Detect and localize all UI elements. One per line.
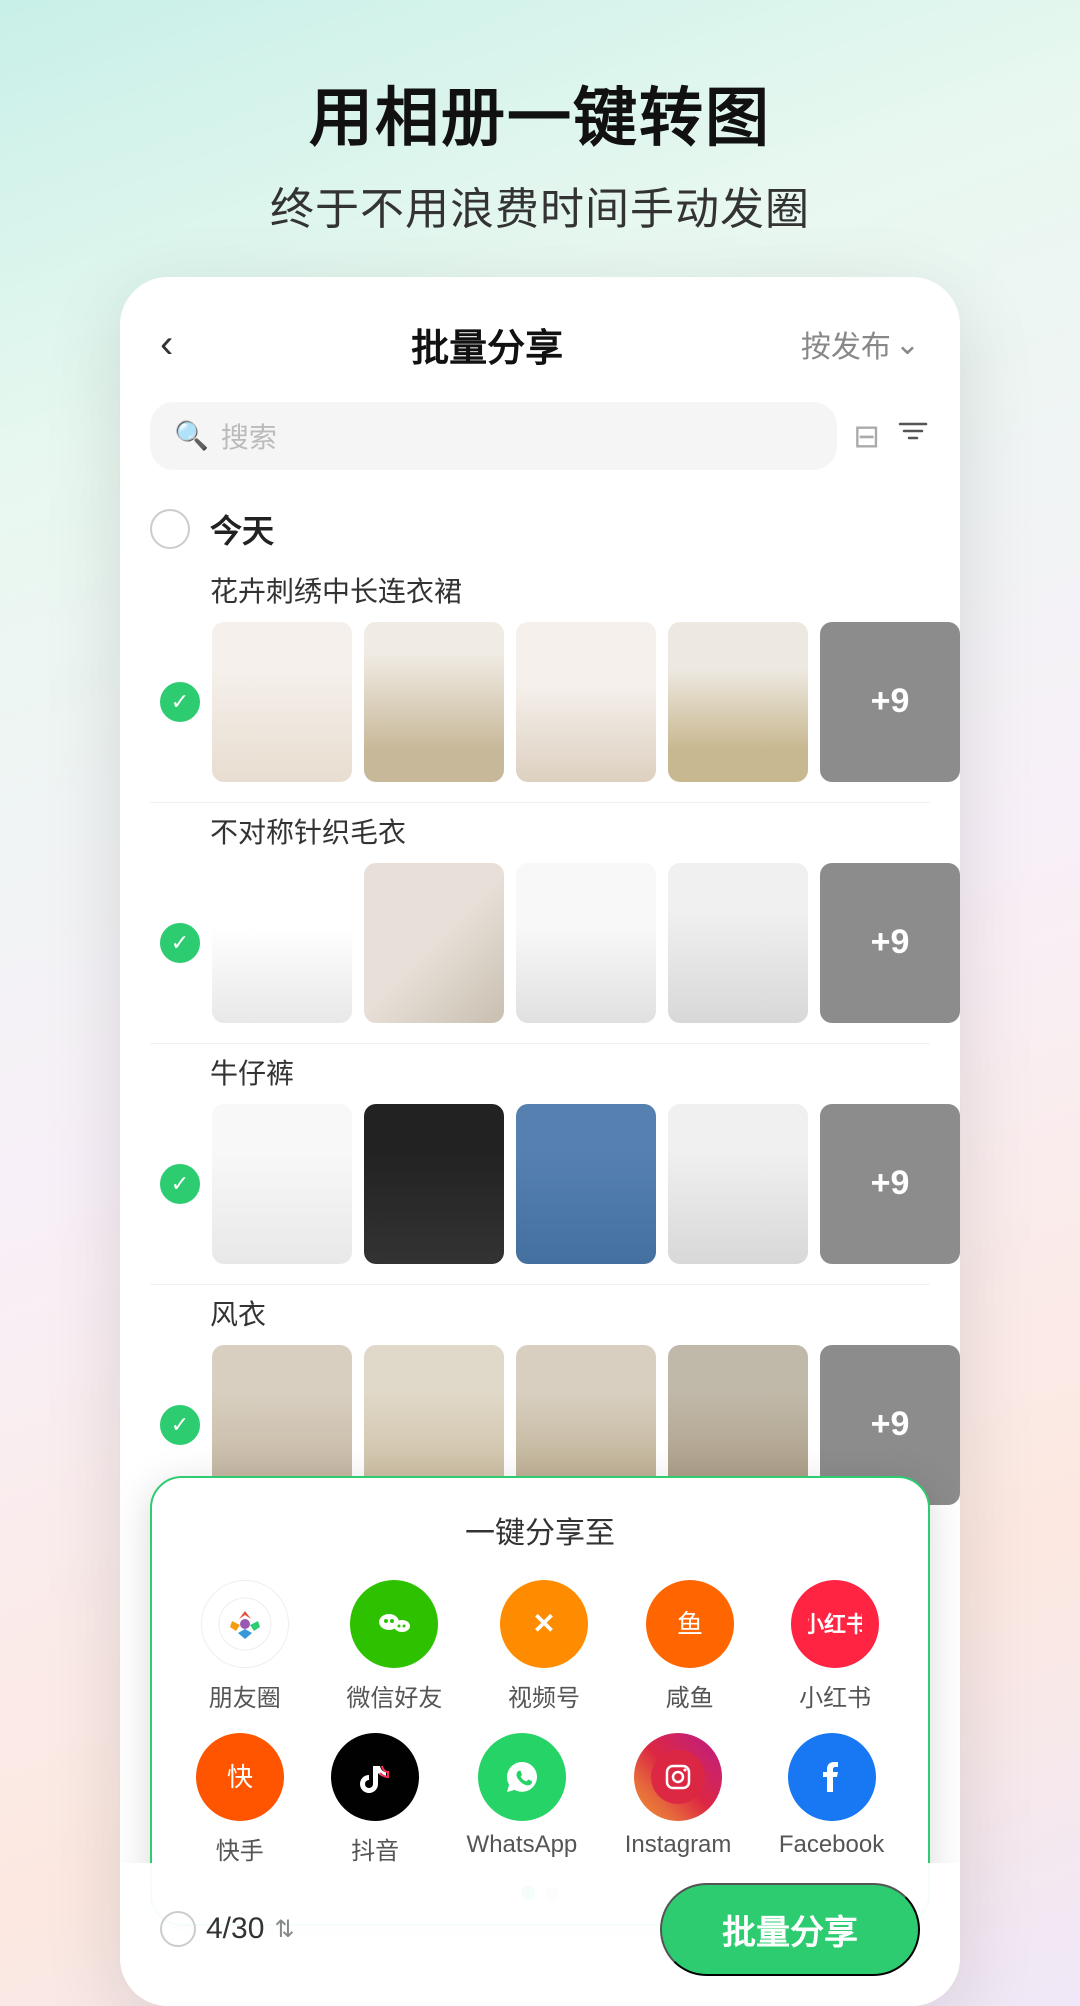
more-count: +9 xyxy=(871,923,910,962)
chevron-up-down-icon: ⇅ xyxy=(274,1915,294,1944)
album-checkbox-jeans[interactable]: ✓ xyxy=(160,1164,200,1204)
instagram-icon xyxy=(634,1733,722,1821)
share-item-wechat[interactable]: 微信好友 xyxy=(346,1580,442,1713)
more-count: +9 xyxy=(871,1405,910,1444)
share-item-instagram[interactable]: Instagram xyxy=(625,1733,732,1866)
thumb xyxy=(364,622,504,782)
layout-icon[interactable]: ⊟ xyxy=(853,417,880,455)
facebook-icon xyxy=(788,1733,876,1821)
header-title-line2: 终于不用浪费时间手动发圈 xyxy=(270,173,810,237)
album-title-jeans: 牛仔裤 xyxy=(150,1052,930,1092)
album-more-knit[interactable]: +9 xyxy=(820,863,960,1023)
today-label: 今天 xyxy=(210,506,274,552)
xiaohongshu-label: 小红书 xyxy=(799,1678,871,1713)
header-title-line1: 用相册一键转图 xyxy=(270,80,810,157)
thumb xyxy=(668,622,808,782)
bottom-bar: 4/30 ⇅ 批量分享 xyxy=(120,1863,960,2006)
page-header: 用相册一键转图 终于不用浪费时间手动发圈 xyxy=(210,0,870,277)
share-popup: 一键分享至 朋友圈 xyxy=(150,1476,930,1926)
thumb xyxy=(516,622,656,782)
album-checkbox-coat[interactable]: ✓ xyxy=(160,1405,200,1445)
thumb xyxy=(212,622,352,782)
topbar-title: 批量分享 xyxy=(411,317,563,372)
share-item-douyin[interactable]: 抖音 xyxy=(331,1733,419,1866)
album-title-coat: 风衣 xyxy=(150,1293,930,1333)
more-count: +9 xyxy=(871,682,910,721)
album-row-dress: 花卉刺绣中长连衣裙 ✓ +9 xyxy=(120,562,960,802)
svg-text:鱼: 鱼 xyxy=(677,1609,703,1639)
whatsapp-icon xyxy=(478,1733,566,1821)
main-card: ‹ 批量分享 按发布 ⌄ 🔍 搜索 ⊟ 今天 花卉刺绣中长连衣裙 ✓ xyxy=(120,277,960,2006)
back-button[interactable]: ‹ xyxy=(160,322,173,367)
xiaohongshu-icon: 小红书 xyxy=(791,1580,879,1668)
share-item-xiaohongshu[interactable]: 小红书 小红书 xyxy=(791,1580,879,1713)
thumb xyxy=(212,863,352,1023)
album-row-knit: 不对称针织毛衣 ✓ +9 xyxy=(120,803,960,1043)
album-title-knit: 不对称针织毛衣 xyxy=(150,811,930,851)
share-item-whatsapp[interactable]: WhatsApp xyxy=(467,1733,578,1866)
xianyu-label: 咸鱼 xyxy=(666,1678,714,1713)
more-count: +9 xyxy=(871,1164,910,1203)
album-more-dress[interactable]: +9 xyxy=(820,622,960,782)
count-text: 4/30 xyxy=(206,1912,264,1946)
thumb xyxy=(668,863,808,1023)
batch-share-button[interactable]: 批量分享 xyxy=(660,1883,920,1976)
share-item-xianyu[interactable]: 鱼 咸鱼 xyxy=(646,1580,734,1713)
sort-button[interactable]: 按发布 ⌄ xyxy=(801,322,920,366)
bottom-radio[interactable] xyxy=(160,1911,196,1947)
svg-text:✕: ✕ xyxy=(532,1608,555,1639)
chevron-down-icon: ⌄ xyxy=(895,327,920,362)
share-icons-row-2: 快 快手 抖音 xyxy=(172,1733,908,1866)
thumb xyxy=(212,1104,352,1264)
album-checkbox-dress[interactable]: ✓ xyxy=(160,682,200,722)
kuaishou-icon: 快 xyxy=(196,1733,284,1821)
pengyouquan-icon xyxy=(201,1580,289,1668)
today-radio[interactable] xyxy=(150,509,190,549)
xianyu-icon: 鱼 xyxy=(646,1580,734,1668)
search-input[interactable]: 搜索 xyxy=(221,416,277,456)
douyin-label: 抖音 xyxy=(351,1831,399,1866)
topbar: ‹ 批量分享 按发布 ⌄ xyxy=(120,277,960,392)
instagram-label: Instagram xyxy=(625,1831,732,1859)
thumb xyxy=(516,863,656,1023)
kuaishou-label: 快手 xyxy=(216,1831,264,1866)
thumb xyxy=(516,1104,656,1264)
video-label: 视频号 xyxy=(508,1678,580,1713)
album-more-jeans[interactable]: +9 xyxy=(820,1104,960,1264)
pengyouquan-label: 朋友圈 xyxy=(209,1678,281,1713)
album-row-jeans: 牛仔裤 ✓ +9 xyxy=(120,1044,960,1284)
share-item-facebook[interactable]: Facebook xyxy=(779,1733,884,1866)
svg-text:小红书: 小红书 xyxy=(808,1612,862,1637)
share-icons-row-1: 朋友圈 微信好友 xyxy=(172,1580,908,1713)
search-icon: 🔍 xyxy=(174,419,209,452)
share-item-kuaishou[interactable]: 快 快手 xyxy=(196,1733,284,1866)
share-item-pengyouquan[interactable]: 朋友圈 xyxy=(201,1580,289,1713)
wechat-label: 微信好友 xyxy=(346,1678,442,1713)
facebook-label: Facebook xyxy=(779,1831,884,1859)
section-today-header: 今天 xyxy=(120,490,960,562)
video-icon: ✕ xyxy=(500,1580,588,1668)
douyin-icon xyxy=(331,1733,419,1821)
thumb xyxy=(668,1104,808,1264)
album-title-dress: 花卉刺绣中长连衣裙 xyxy=(150,570,930,610)
album-checkbox-knit[interactable]: ✓ xyxy=(160,923,200,963)
share-item-video[interactable]: ✕ 视频号 xyxy=(500,1580,588,1713)
thumb xyxy=(364,863,504,1023)
thumb xyxy=(364,1104,504,1264)
wechat-icon xyxy=(350,1580,438,1668)
search-box[interactable]: 🔍 搜索 xyxy=(150,402,837,470)
search-row: 🔍 搜索 ⊟ xyxy=(120,392,960,490)
share-popup-title: 一键分享至 xyxy=(172,1508,908,1552)
svg-text:快: 快 xyxy=(227,1762,253,1792)
whatsapp-label: WhatsApp xyxy=(467,1831,578,1859)
filter-icon[interactable] xyxy=(896,414,930,457)
